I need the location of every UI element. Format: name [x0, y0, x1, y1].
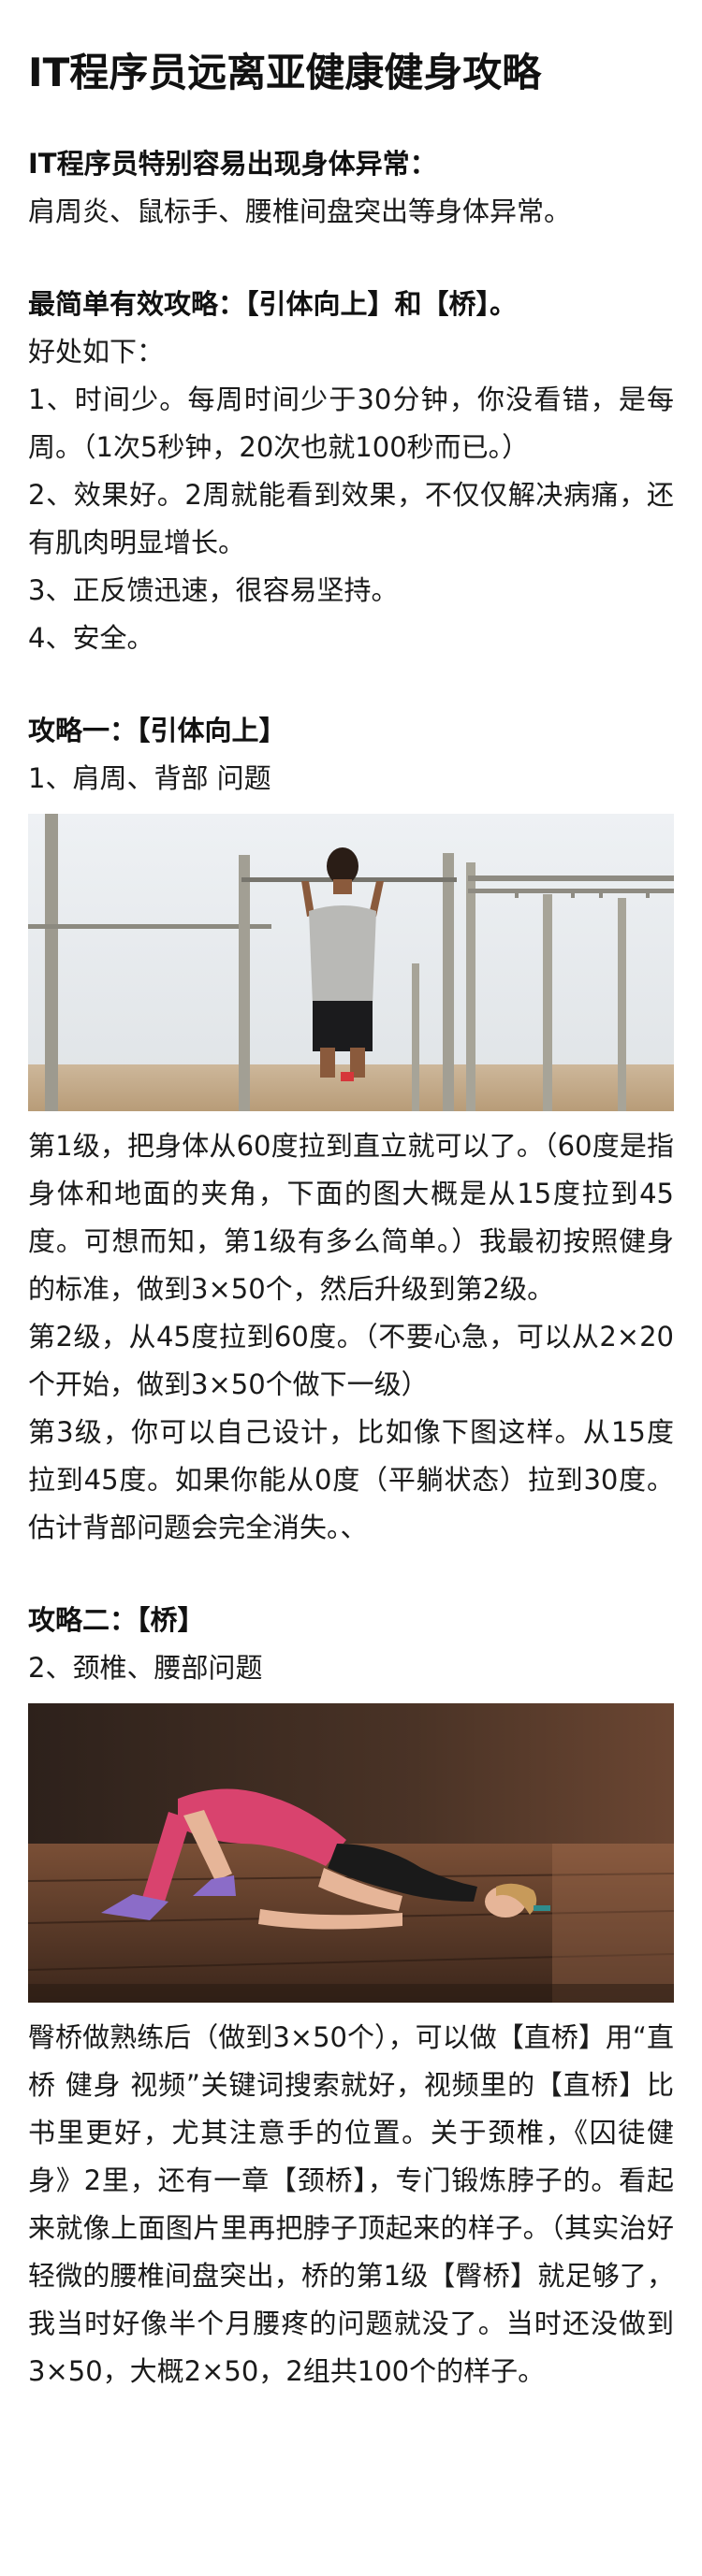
intro-text: 肩周炎、鼠标手、腰椎间盘突出等身体异常。 — [28, 195, 572, 227]
summary-section: 最简单有效攻略：【引体向上】和【桥】。 好处如下： 1、时间少。每周时间少于30… — [28, 281, 674, 662]
benefit-item: 4、安全。 — [28, 622, 154, 654]
benefits-label: 好处如下： — [28, 336, 165, 368]
benefit-item: 1、时间少。每周时间少于30分钟，你没看错，是每周。（1次5秒钟，20次也就10… — [28, 384, 674, 463]
benefit-item: 3、正反馈迅速，很容易坚持。 — [28, 574, 399, 606]
strategy2-paragraph: 臀桥做熟练后（做到3×50个），可以做【直桥】用“直桥 健身 视频”关键词搜索就… — [28, 2021, 674, 2387]
strategy1-paragraph: 第1级，把身体从60度拉到直立就可以了。（60度是指身体和地面的夹角，下面的图大… — [28, 1130, 674, 1305]
intro-heading: IT程序员特别容易出现身体异常： — [28, 148, 437, 180]
intro-section: IT程序员特别容易出现身体异常： 肩周炎、鼠标手、腰椎间盘突出等身体异常。 — [28, 140, 674, 236]
strategy2-heading: 攻略二：【桥】 — [28, 1604, 205, 1636]
summary-heading: 最简单有效攻略：【引体向上】和【桥】。 — [28, 288, 518, 320]
page-title: IT程序员远离亚健康健身攻略 — [28, 50, 542, 95]
benefit-item: 2、效果好。2周就能看到效果，不仅仅解决病痛，还有肌肉明显增长。 — [28, 479, 674, 558]
strategy1-section: 攻略一：【引体向上】 1、肩周、背部 问题 第1级，把身体从60度拉到直立就可以… — [28, 707, 674, 1552]
bridge-photo — [28, 1703, 674, 2003]
article: IT程序员远离亚健康健身攻略 IT程序员特别容易出现身体异常： 肩周炎、鼠标手、… — [0, 0, 702, 2395]
strategy2-section: 攻略二：【桥】 2、颈椎、腰部问题 臀桥做熟练后（做到3×50个），可以做【直桥… — [28, 1597, 674, 2395]
strategy1-paragraph: 第3级，你可以自己设计，比如像下图这样。从15度拉到45度。如果你能从0度（平躺… — [28, 1416, 674, 1543]
strategy1-heading: 攻略一：【引体向上】 — [28, 715, 286, 746]
pullup-photo — [28, 814, 674, 1111]
strategy1-subtitle: 1、肩周、背部 问题 — [28, 762, 271, 794]
strategy2-subtitle: 2、颈椎、腰部问题 — [28, 1652, 263, 1684]
strategy1-paragraph: 第2级，从45度拉到60度。（不要心急，可以从2×20个开始，做到3×50个做下… — [28, 1321, 674, 1400]
